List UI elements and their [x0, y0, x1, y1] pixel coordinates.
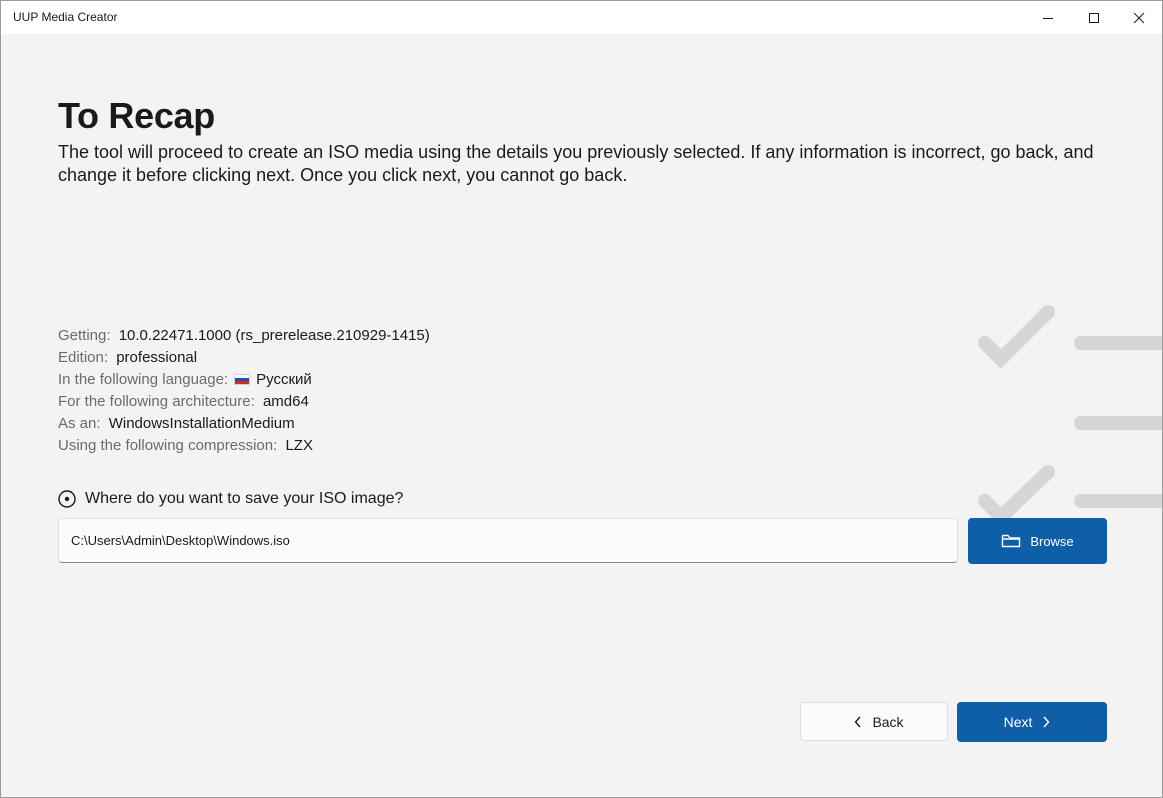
browse-label: Browse [1030, 533, 1074, 549]
detail-label: Using the following compression: [58, 437, 278, 454]
detail-row-architecture: For the following architecture: amd64 [58, 391, 430, 413]
chevron-left-icon [854, 716, 861, 727]
close-button[interactable] [1116, 1, 1162, 34]
disc-icon [58, 490, 76, 508]
close-icon [1133, 12, 1145, 23]
window-title: UUP Media Creator [13, 10, 118, 24]
detail-value: LZX [285, 437, 313, 454]
app-window: UUP Media Creator To Recap The tool will… [0, 0, 1163, 798]
detail-row-media-type: As an: WindowsInstallationMedium [58, 413, 430, 435]
detail-row-language: In the following language: Русский [58, 369, 430, 391]
recap-details: Getting: 10.0.22471.1000 (rs_prerelease.… [58, 325, 430, 457]
minimize-button[interactable] [1025, 1, 1071, 34]
checkmark-icon [978, 305, 1055, 369]
page-title: To Recap [58, 95, 215, 136]
detail-value: professional [116, 349, 198, 366]
next-label: Next [1003, 714, 1033, 730]
back-label: Back [872, 713, 904, 730]
next-button[interactable]: Next [957, 702, 1107, 742]
minimize-icon [1043, 17, 1053, 19]
detail-label: For the following architecture: [58, 393, 255, 410]
maximize-button[interactable] [1071, 1, 1117, 34]
title-bar[interactable]: UUP Media Creator [1, 1, 1162, 34]
detail-label: In the following language: [58, 371, 229, 388]
detail-label: Getting: [58, 327, 111, 344]
chevron-right-icon [1043, 716, 1050, 728]
detail-value: Русский [256, 371, 312, 388]
detail-value: amd64 [262, 393, 309, 410]
detail-value: 10.0.22471.1000 (rs_prerelease.210929-14… [118, 327, 430, 344]
detail-label: Edition: [58, 349, 109, 366]
page-subtitle: The tool will proceed to create an ISO m… [58, 142, 1094, 185]
folder-icon [1002, 534, 1021, 548]
detail-value: WindowsInstallationMedium [108, 415, 295, 432]
save-question-label: Where do you want to save your ISO image… [85, 490, 404, 507]
detail-row-edition: Edition: professional [58, 347, 430, 369]
checkmark-icon [978, 465, 1055, 527]
russia-flag-icon [234, 374, 251, 385]
detail-row-compression: Using the following compression: LZX [58, 435, 430, 457]
detail-label: As an: [58, 415, 101, 432]
back-button[interactable]: Back [800, 702, 948, 741]
detail-row-build: Getting: 10.0.22471.1000 (rs_prerelease.… [58, 325, 430, 347]
iso-path-input[interactable] [58, 518, 958, 563]
save-location-question: Where do you want to save your ISO image… [58, 490, 403, 508]
browse-button[interactable]: Browse [968, 518, 1107, 564]
maximize-icon [1089, 12, 1099, 23]
